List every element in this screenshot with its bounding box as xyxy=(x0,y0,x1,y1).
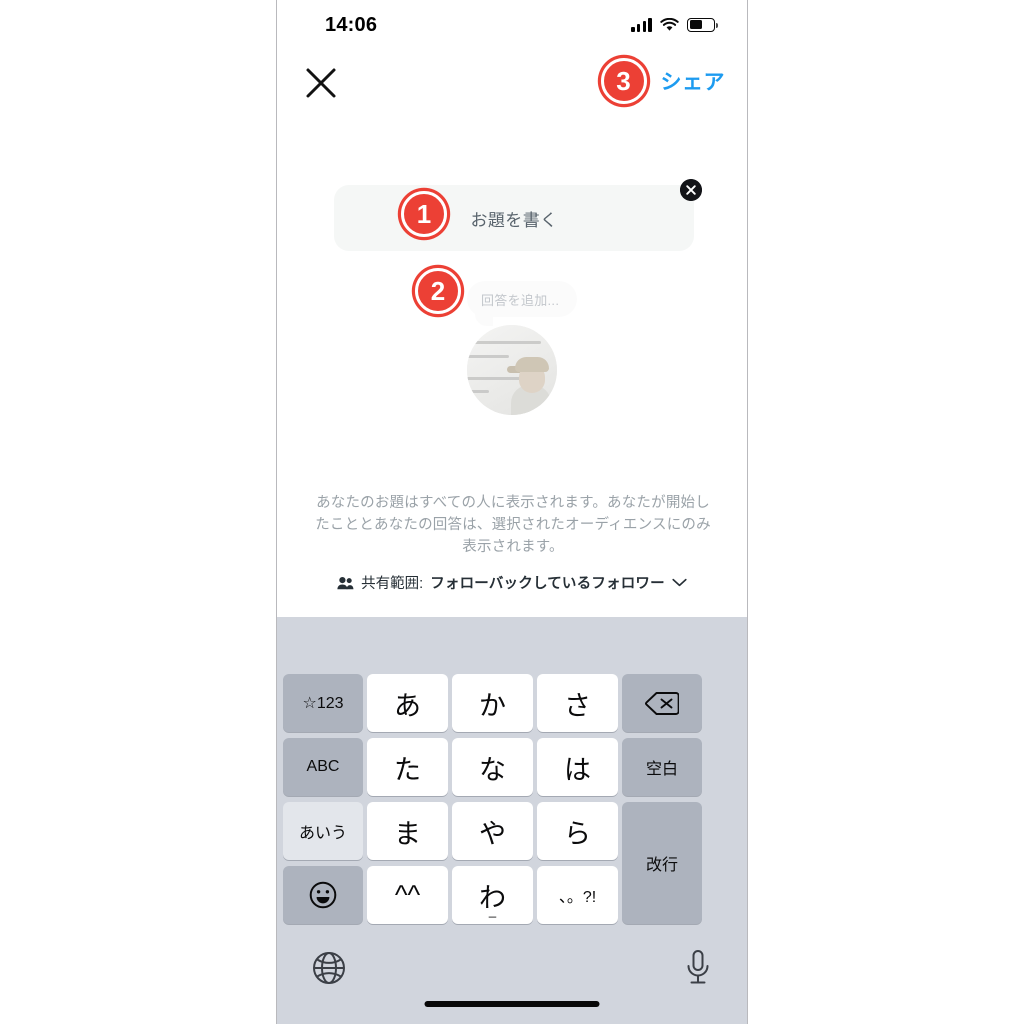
chevron-down-icon xyxy=(672,578,687,587)
key-sa[interactable]: さ xyxy=(537,674,618,732)
key-wa[interactable]: わ _ xyxy=(452,866,533,924)
key-ha-label: は xyxy=(564,754,591,785)
microphone-icon[interactable] xyxy=(683,948,713,988)
status-time: 14:06 xyxy=(325,14,378,36)
key-ma[interactable]: ま xyxy=(367,802,448,860)
battery-icon xyxy=(687,17,718,32)
annotation-badge-1: 1 xyxy=(401,191,447,237)
audience-value-label: フォローバックしているフォロワー xyxy=(430,576,665,592)
key-space[interactable]: 空白 xyxy=(622,738,702,796)
annotation-badge-3-wrapper: 3 xyxy=(600,58,647,104)
key-return-label: 改行 xyxy=(645,857,678,874)
key-delete[interactable] xyxy=(622,674,702,732)
audience-selector[interactable]: 共有範囲: フォローバックしているフォロワー xyxy=(277,572,747,593)
key-abc-label: ABC xyxy=(306,758,340,775)
bubble-tail xyxy=(475,312,493,326)
key-ra-label: ら xyxy=(564,818,591,849)
key-kaomoji-label: ^^ xyxy=(394,879,421,910)
close-circle-icon[interactable] xyxy=(680,179,702,201)
key-wa-sub-label: _ xyxy=(488,903,497,918)
globe-icon[interactable] xyxy=(311,950,347,986)
key-ya[interactable]: や xyxy=(452,802,533,860)
key-kana-mode-label: あいう xyxy=(298,825,347,842)
share-button[interactable]: シェア xyxy=(657,58,734,104)
key-punctuation[interactable]: 、。?! xyxy=(537,866,618,924)
annotation-badge-2: 2 xyxy=(415,268,461,314)
delete-backward-icon xyxy=(645,691,679,715)
people-icon xyxy=(337,576,354,589)
audience-prefix-label: 共有範囲: xyxy=(361,576,424,592)
key-ha[interactable]: は xyxy=(537,738,618,796)
phone-frame: 14:06 3 シェア お題を書く 1 回答を追加... 2 あなたのお題はすべ… xyxy=(276,0,748,1024)
wifi-icon xyxy=(660,17,679,31)
key-punctuation-label: 、。?! xyxy=(558,889,597,906)
key-ta[interactable]: た xyxy=(367,738,448,796)
key-return[interactable]: 改行 xyxy=(622,802,702,924)
keyboard-bottom-bar xyxy=(277,936,747,1024)
key-ta-label: た xyxy=(394,754,421,785)
key-kana-mode[interactable]: あいう xyxy=(283,802,363,860)
nav-bar: 3 シェア xyxy=(277,56,747,112)
key-a-label: あ xyxy=(394,690,421,721)
smiley-icon xyxy=(309,881,337,909)
key-na-label: な xyxy=(479,754,506,785)
share-action-group: 3 シェア xyxy=(600,58,734,104)
cellular-bars-icon xyxy=(631,17,652,32)
key-ka[interactable]: か xyxy=(452,674,533,732)
key-ra[interactable]: ら xyxy=(537,802,618,860)
key-sa-label: さ xyxy=(564,690,591,721)
status-icons xyxy=(631,17,718,32)
keyboard-key-grid: ☆123 あ か さ ABC た な は 空白あいう ま や ら改行 ^^ わ _ 、。?! xyxy=(277,674,747,936)
visibility-description: あなたのお題はすべての人に表示されます。あなたが開始したこととあなたの回答は、選… xyxy=(315,495,711,555)
key-ya-label: や xyxy=(479,818,506,849)
key-symbols[interactable]: ☆123 xyxy=(283,674,363,732)
status-bar: 14:06 xyxy=(277,0,747,48)
answer-placeholder: 回答を追加... xyxy=(481,292,560,308)
home-indicator xyxy=(424,1001,600,1007)
key-symbols-label: ☆123 xyxy=(302,695,344,712)
prompt-card[interactable]: お題を書く xyxy=(334,185,694,251)
key-ka-label: か xyxy=(479,690,506,721)
key-kaomoji[interactable]: ^^ xyxy=(367,866,448,924)
key-space-label: 空白 xyxy=(645,761,678,778)
screenshot-canvas: 14:06 3 シェア お題を書く 1 回答を追加... 2 あなたのお題はすべ… xyxy=(0,0,1024,1024)
key-abc[interactable]: ABC xyxy=(283,738,363,796)
user-avatar-photo xyxy=(467,325,557,415)
annotation-badge-3: 3 xyxy=(600,58,647,104)
key-na[interactable]: な xyxy=(452,738,533,796)
key-a[interactable]: あ xyxy=(367,674,448,732)
key-emoji[interactable] xyxy=(283,866,363,924)
key-ma-label: ま xyxy=(394,818,421,849)
prompt-placeholder: お題を書く xyxy=(470,210,558,230)
japanese-keyboard: ☆123 あ か さ ABC た な は 空白あいう ま や ら改行 ^^ わ _ 、。?! xyxy=(277,617,747,1024)
close-x-icon[interactable] xyxy=(300,62,342,104)
